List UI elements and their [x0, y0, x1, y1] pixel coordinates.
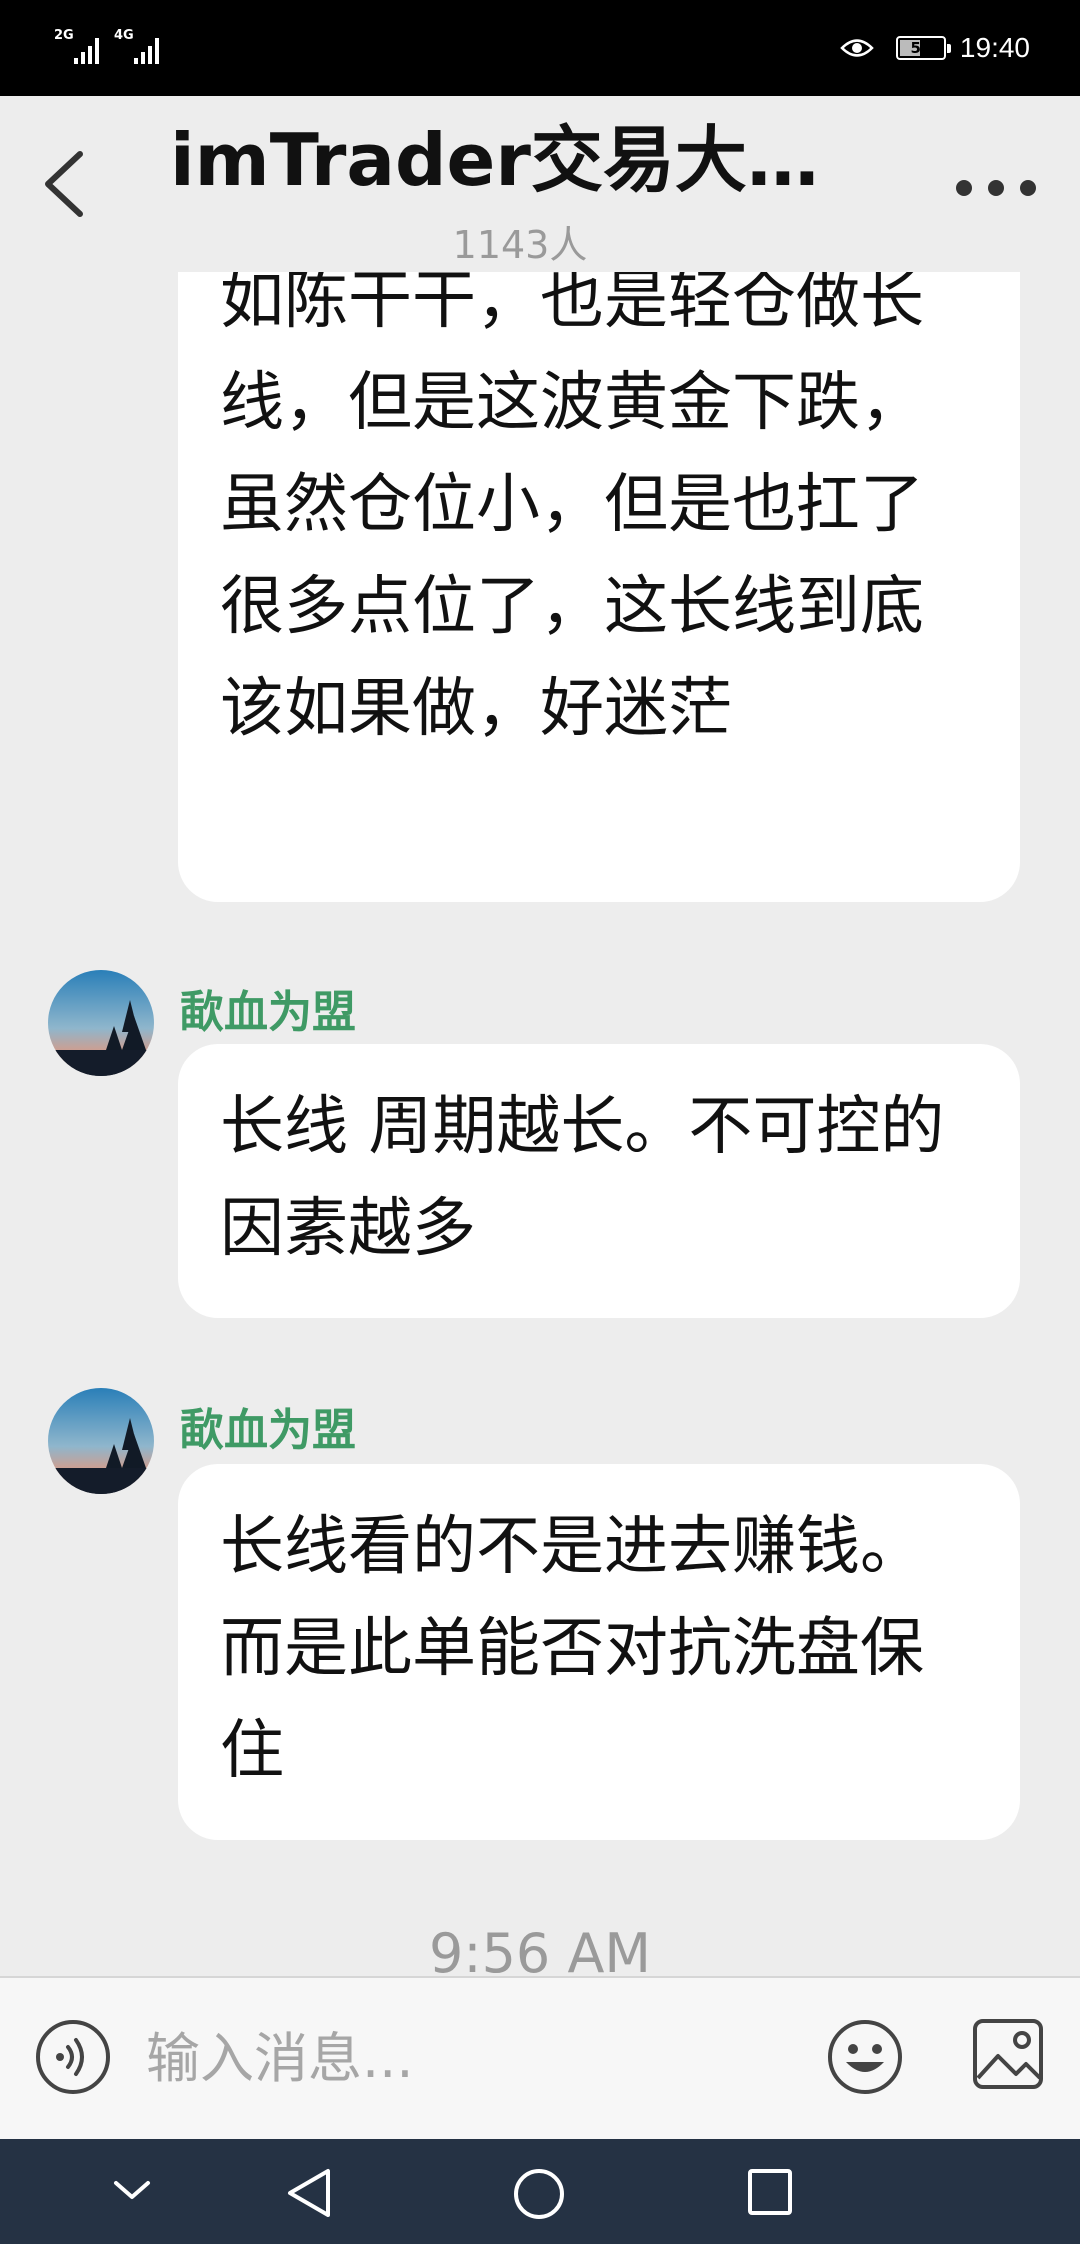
status-bar: 2G 4G 50 19:40 [0, 0, 1080, 96]
message-list[interactable]: 如陈干干，也是轻仓做长线，但是这波黄金下跌，虽然仓位小，但是也扛了很多点位了，这… [0, 272, 1080, 1976]
avatar[interactable] [48, 1388, 154, 1494]
message-text: 如陈干干，也是轻仓做长线，但是这波黄金下跌，虽然仓位小，但是也扛了很多点位了，这… [220, 272, 924, 746]
battery-icon: 50 [895, 36, 951, 60]
time-divider: 9:56 AM [429, 1922, 651, 1976]
message-bubble[interactable]: 长线 周期越长。不可控的因素越多 [178, 1044, 1020, 1318]
emoji-icon[interactable] [826, 2018, 904, 2096]
message-input-bar [0, 1976, 1080, 2139]
message-text: 长线 周期越长。不可控的因素越多 [220, 1090, 945, 1266]
back-arrow-icon[interactable] [36, 144, 96, 224]
battery-level: 50 [910, 39, 932, 57]
chat-title: imTrader交易大赛... [170, 118, 890, 202]
more-dots-icon[interactable] [956, 176, 1036, 200]
nav-back-icon[interactable] [284, 2167, 334, 2219]
nav-down-icon[interactable] [112, 2177, 152, 2203]
network-type-2: 4G [114, 28, 134, 43]
sender-name: 歃血为盟 [180, 1405, 356, 1456]
eye-comfort-icon [840, 39, 874, 57]
message-text: 长线看的不是进去赚钱。而是此单能否对抗洗盘保住 [220, 1510, 924, 1788]
avatar[interactable] [48, 970, 154, 1076]
nav-recent-icon[interactable] [746, 2167, 794, 2217]
message-bubble[interactable]: 长线看的不是进去赚钱。而是此单能否对抗洗盘保住 [178, 1464, 1020, 1840]
message-input[interactable] [146, 2008, 786, 2108]
chat-header: imTrader交易大赛... 1143人 [0, 96, 1080, 272]
message-bubble[interactable]: 如陈干干，也是轻仓做长线，但是这波黄金下跌，虽然仓位小，但是也扛了很多点位了，这… [178, 272, 1020, 902]
member-count: 1143人 [452, 223, 588, 267]
nav-home-icon[interactable] [512, 2167, 566, 2221]
network-type-1: 2G [54, 28, 74, 43]
system-nav-bar [0, 2139, 1080, 2244]
status-time: 19:40 [959, 32, 1030, 63]
sender-name: 歃血为盟 [180, 987, 356, 1038]
image-icon[interactable] [972, 2018, 1044, 2090]
voice-icon[interactable] [34, 2018, 112, 2096]
